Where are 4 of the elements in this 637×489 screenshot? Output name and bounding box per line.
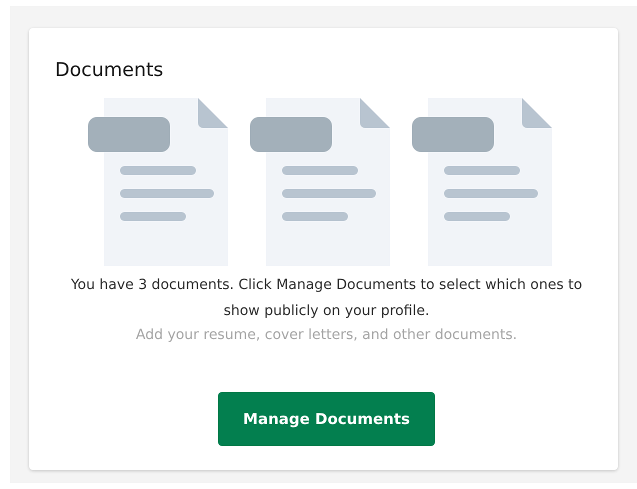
manage-documents-button[interactable]: Manage Documents — [218, 392, 435, 446]
card-title: Documents — [55, 58, 164, 83]
documents-message: You have 3 documents. Click Manage Documents to select which ones to show publicly on your profile. — [70, 276, 584, 321]
documents-hint: Add your resume, cover letters, and other documents. — [136, 326, 518, 345]
